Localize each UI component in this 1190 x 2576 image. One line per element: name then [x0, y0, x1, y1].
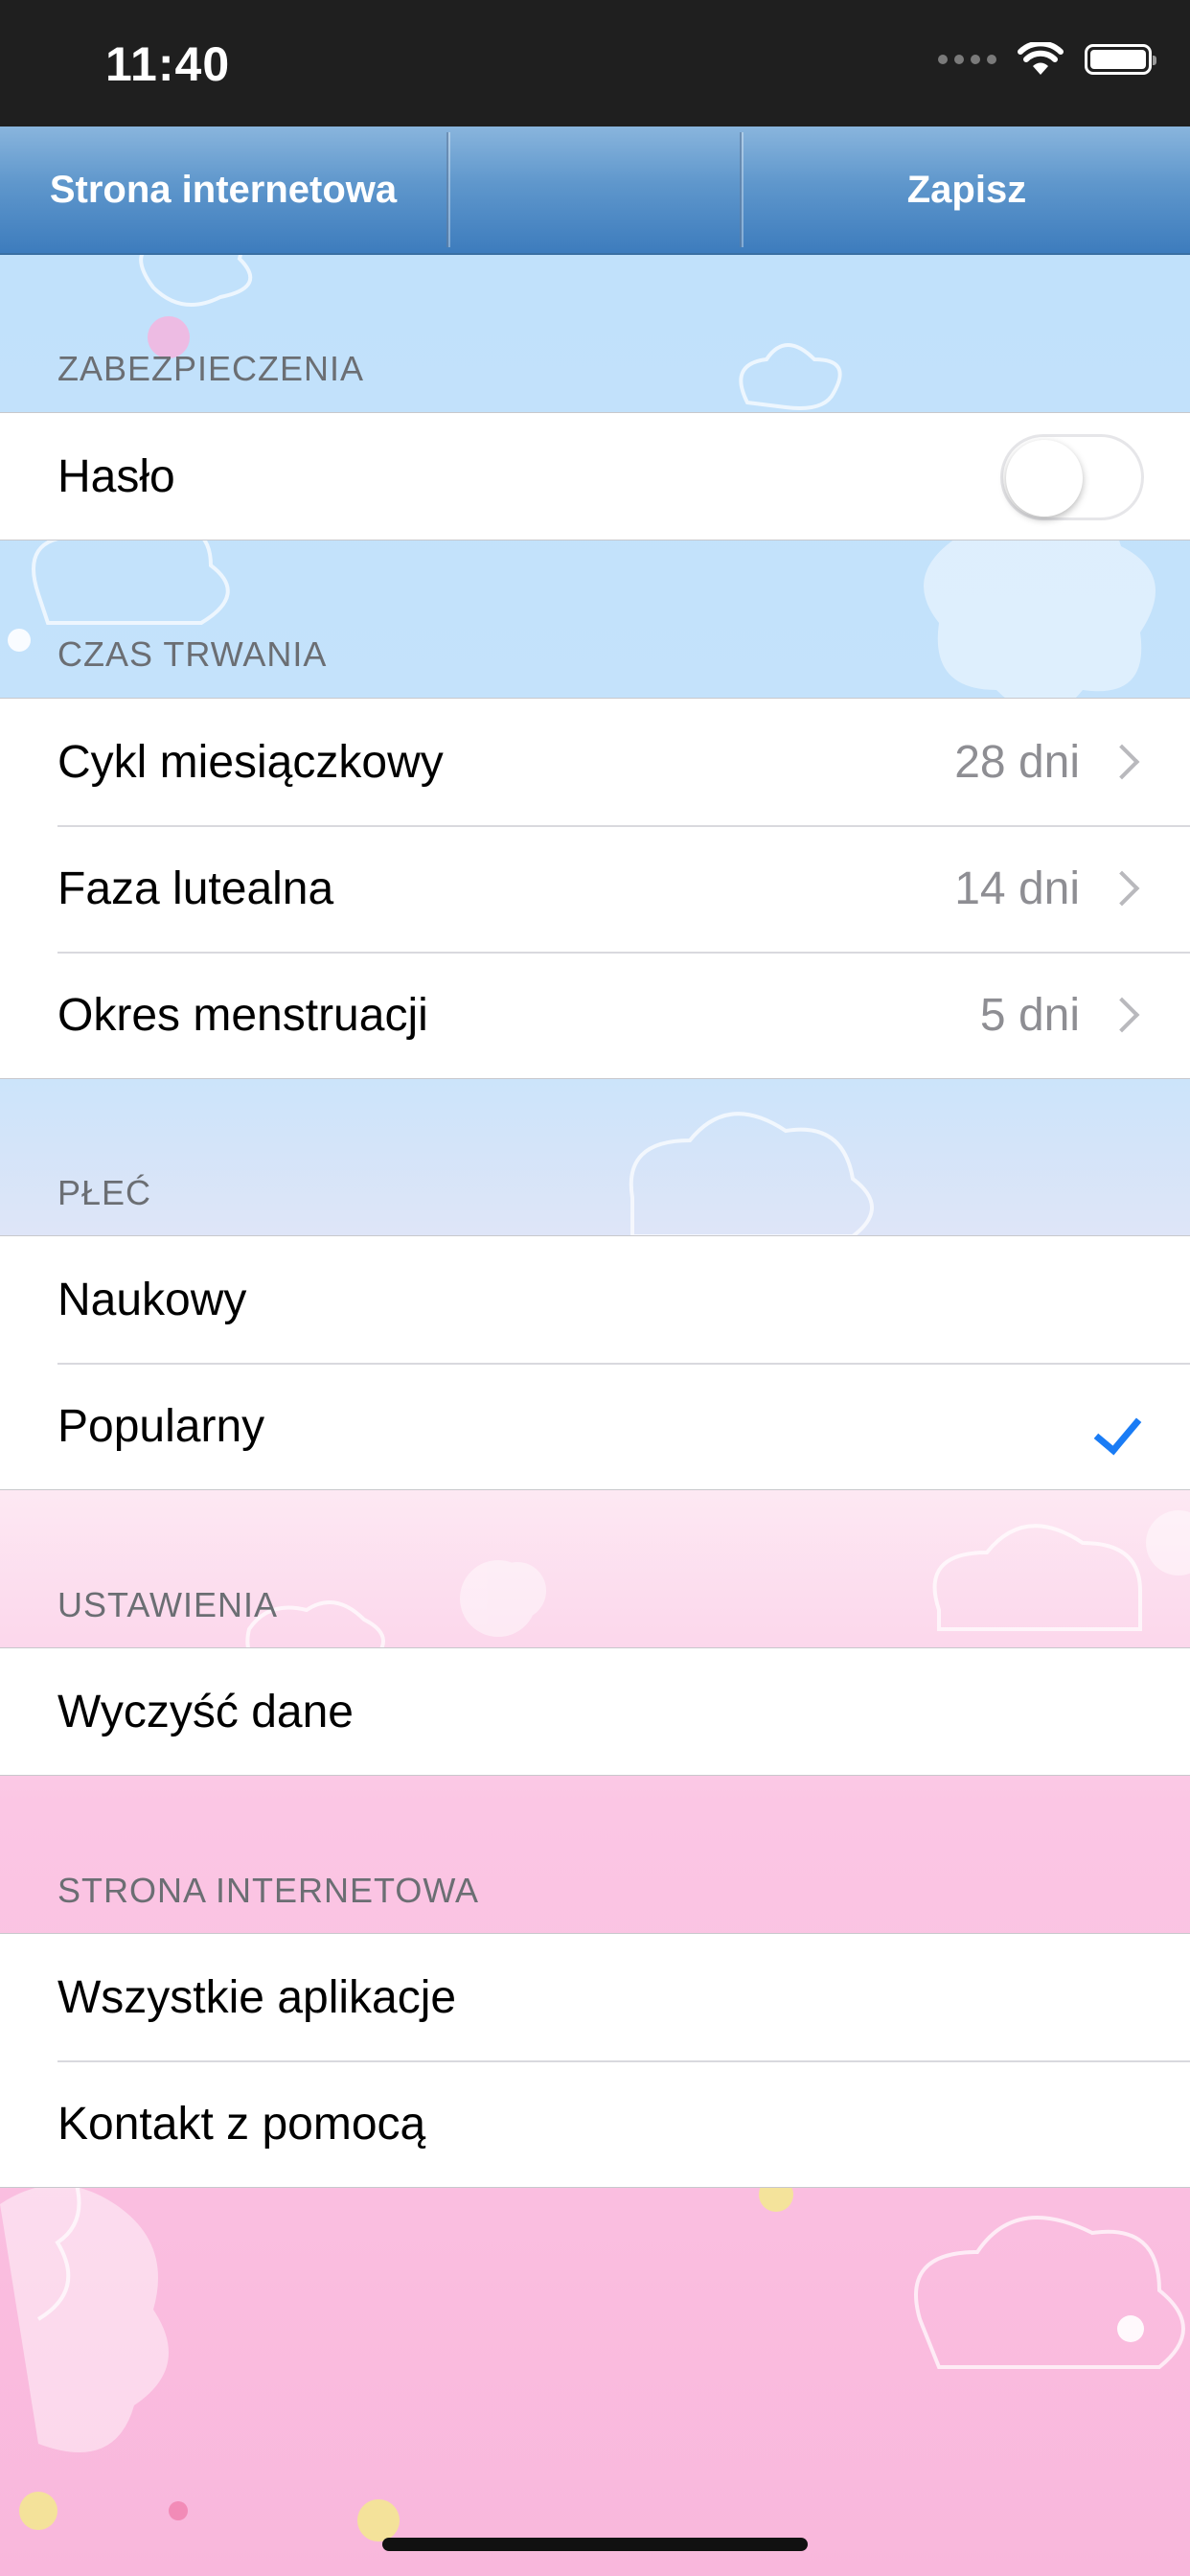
settings-section-header: USTAWIENIA: [57, 1585, 279, 1624]
popular-label: Popularny: [57, 1400, 265, 1452]
duration-section-header: CZAS TRWANIA: [57, 634, 328, 674]
security-section-header: ZABEZPIECZENIA: [57, 349, 365, 388]
scientific-label: Naukowy: [57, 1274, 247, 1325]
battery-icon: [1085, 44, 1156, 75]
password-toggle[interactable]: [1000, 434, 1144, 520]
luteal-value: 14 dni: [954, 862, 1080, 914]
website-section-header: STRONA INTERNETOWA: [57, 1871, 480, 1910]
toolbar: Strona internetowa Zapisz: [0, 126, 1190, 255]
gender-group: Naukowy Popularny: [0, 1235, 1190, 1490]
cycle-value: 28 dni: [954, 736, 1080, 788]
password-row: Hasło: [0, 413, 1190, 540]
clear-data-label: Wyczyść dane: [57, 1686, 354, 1737]
popular-row[interactable]: Popularny: [0, 1363, 1190, 1489]
toggle-knob: [1006, 440, 1083, 517]
chevron-right-icon: [1104, 870, 1140, 907]
all-apps-label: Wszystkie aplikacje: [57, 1971, 457, 2023]
all-apps-row[interactable]: Wszystkie aplikacje: [0, 1934, 1190, 2060]
website-button[interactable]: Strona internetowa: [0, 126, 446, 253]
support-row[interactable]: Kontakt z pomocą: [0, 2060, 1190, 2187]
wifi-icon: [1018, 42, 1064, 75]
clear-data-row[interactable]: Wyczyść dane: [0, 1648, 1190, 1775]
checkmark-icon: [1093, 1405, 1142, 1456]
support-label: Kontakt z pomocą: [57, 2098, 426, 2150]
cycle-label: Cykl miesiączkowy: [57, 736, 444, 788]
scientific-row[interactable]: Naukowy: [0, 1236, 1190, 1363]
chevron-right-icon: [1104, 997, 1140, 1033]
status-icons: [938, 42, 1156, 77]
chevron-right-icon: [1104, 744, 1140, 780]
password-label: Hasło: [57, 450, 175, 502]
period-row[interactable]: Okres menstruacji 5 dni: [0, 952, 1190, 1078]
gender-section-header: PŁEĆ: [57, 1173, 152, 1212]
status-time: 11:40: [105, 37, 231, 91]
toolbar-middle-button[interactable]: [450, 126, 740, 253]
status-bar: 11:40: [0, 0, 1190, 126]
luteal-label: Faza lutealna: [57, 862, 334, 914]
luteal-row[interactable]: Faza lutealna 14 dni: [0, 825, 1190, 952]
website-group: Wszystkie aplikacje Kontakt z pomocą: [0, 1933, 1190, 2188]
security-group: Hasło: [0, 412, 1190, 540]
signal-dots-icon: [938, 55, 996, 64]
cycle-row[interactable]: Cykl miesiączkowy 28 dni: [0, 699, 1190, 825]
settings-group: Wyczyść dane: [0, 1647, 1190, 1776]
home-indicator[interactable]: [382, 2538, 808, 2551]
period-label: Okres menstruacji: [57, 989, 428, 1041]
duration-group: Cykl miesiączkowy 28 dni Faza lutealna 1…: [0, 698, 1190, 1079]
period-value: 5 dni: [979, 989, 1080, 1041]
save-button[interactable]: Zapisz: [744, 126, 1190, 253]
